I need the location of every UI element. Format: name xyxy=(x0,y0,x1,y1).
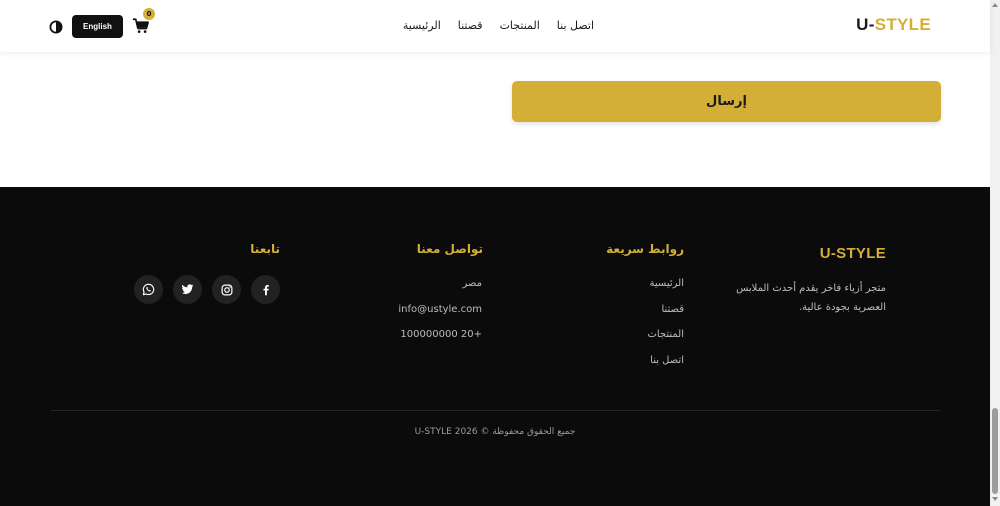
social-twitter-button[interactable] xyxy=(173,275,202,304)
nav-link-our-story[interactable]: قصتنا xyxy=(458,19,483,32)
main-nav: الرئيسية قصتنا المنتجات اتصل بنا xyxy=(403,19,594,32)
facebook-icon xyxy=(262,284,269,295)
theme-toggle-button[interactable] xyxy=(49,19,63,34)
contact-country: مصر xyxy=(462,278,482,289)
social-links xyxy=(134,275,280,304)
nav-link-products[interactable]: المنتجات xyxy=(500,19,540,32)
site-footer: U-STYLE متجر أزياء فاخر يقدم أحدث الملاب… xyxy=(0,187,990,506)
language-toggle-button[interactable]: English xyxy=(72,15,123,38)
site-header: U-STYLE الرئيسية قصتنا المنتجات اتصل بنا… xyxy=(0,0,990,52)
footer-link-our-story[interactable]: قصتنا xyxy=(647,304,684,330)
nav-link-home[interactable]: الرئيسية xyxy=(403,19,441,32)
quick-links-title: روابط سريعة xyxy=(606,242,684,256)
brand-logo-suffix: STYLE xyxy=(874,15,931,34)
footer-link-home[interactable]: الرئيسية xyxy=(647,278,684,304)
footer-brand-logo[interactable]: U-STYLE xyxy=(820,245,886,262)
social-whatsapp-button[interactable] xyxy=(134,275,163,304)
contact-email[interactable]: info@ustyle.com xyxy=(398,304,482,330)
contrast-icon xyxy=(49,20,63,34)
scrollbar-thumb[interactable] xyxy=(992,408,998,494)
cart-count-badge: 0 xyxy=(143,8,155,20)
twitter-icon xyxy=(181,284,194,294)
instagram-icon xyxy=(221,284,232,295)
footer-brand-prefix: U- xyxy=(819,245,837,262)
follow-us-title: تابعنا xyxy=(250,242,280,256)
quick-links-list: الرئيسية قصتنا المنتجات اتصل بنا xyxy=(647,278,684,380)
nav-link-contact[interactable]: اتصل بنا xyxy=(557,19,594,32)
footer-description: متجر أزياء فاخر يقدم أحدث الملابس العصري… xyxy=(736,283,886,313)
contact-title: تواصل معنا xyxy=(416,242,483,256)
footer-divider xyxy=(51,410,940,411)
page-scrollbar[interactable] xyxy=(990,0,1000,506)
whatsapp-icon xyxy=(142,283,155,296)
social-facebook-button[interactable] xyxy=(251,275,280,304)
brand-logo-prefix: U- xyxy=(856,15,875,34)
footer-link-contact[interactable]: اتصل بنا xyxy=(647,355,684,381)
scroll-down-arrow-icon[interactable] xyxy=(992,497,998,501)
footer-brand-suffix: STYLE xyxy=(836,245,886,262)
social-instagram-button[interactable] xyxy=(212,275,241,304)
brand-logo[interactable]: U-STYLE xyxy=(856,15,931,35)
contact-list: مصر info@ustyle.com +20 100000000 xyxy=(398,278,482,355)
contact-phone[interactable]: +20 100000000 xyxy=(398,329,482,355)
scroll-up-arrow-icon[interactable] xyxy=(992,3,998,7)
submit-button[interactable]: إرسال xyxy=(512,81,941,122)
footer-link-products[interactable]: المنتجات xyxy=(647,329,684,355)
copyright-text: جميع الحقوق محفوظة © 2026 U-STYLE xyxy=(414,427,576,437)
